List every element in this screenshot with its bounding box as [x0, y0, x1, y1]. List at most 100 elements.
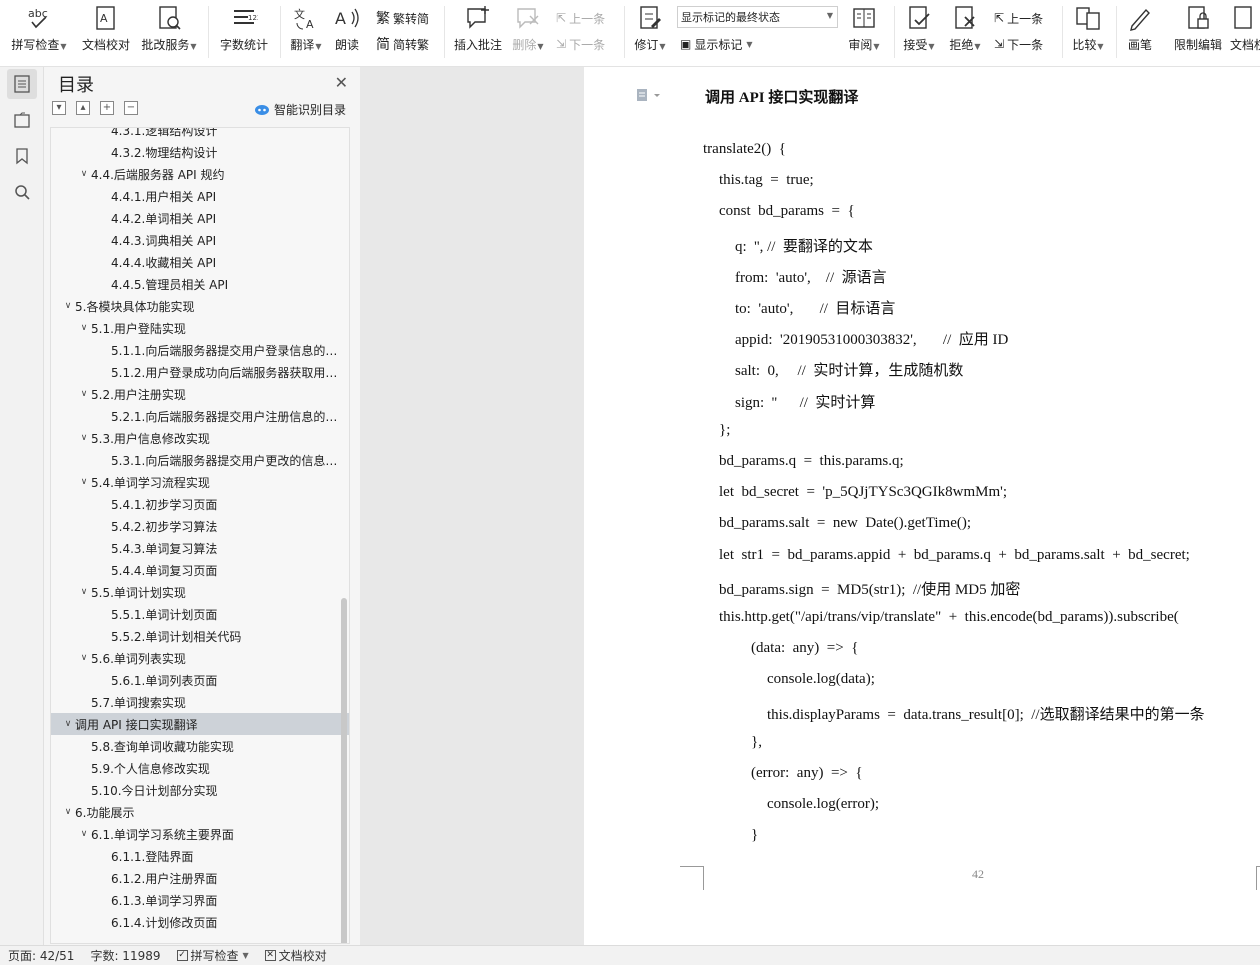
prev-change-button[interactable]: ⇱ 上一条: [994, 8, 1043, 28]
toc-item-label: 5.1.2.用户登录成功向后端服务器获取用户信息: [111, 365, 349, 380]
expand-toggle-icon[interactable]: ∨: [61, 301, 75, 311]
restrict-edit-button[interactable]: 限制编辑: [1170, 4, 1226, 60]
accept-button[interactable]: 接受▼: [900, 4, 938, 60]
toc-item[interactable]: 5.10.今日计划部分实现: [51, 779, 349, 801]
prev-comment-button[interactable]: ⇱ 上一条: [556, 8, 605, 28]
toc-item[interactable]: 5.1.2.用户登录成功向后端服务器获取用户信息: [51, 361, 349, 383]
spell-check-button[interactable]: abc 拼写检查▼: [8, 4, 70, 60]
next-comment-button[interactable]: ⇲ 下一条: [556, 34, 605, 54]
code-line: let bd_secret = 'p_5QJjTYSc3QGIk8wmMm';: [719, 484, 1007, 501]
toc-item[interactable]: 4.3.1.逻辑结构设计: [51, 128, 349, 141]
add-level-icon[interactable]: +: [100, 101, 114, 115]
toc-item-label: 5.3.1.向后端服务器提交用户更改的信息的实现: [111, 453, 349, 468]
compare-button[interactable]: 比较▼: [1068, 4, 1108, 60]
toc-item[interactable]: 5.2.1.向后端服务器提交用户注册信息的实现: [51, 405, 349, 427]
read-aloud-button[interactable]: A 朗读: [330, 4, 364, 60]
toc-panel-icon[interactable]: [7, 69, 37, 99]
toc-item[interactable]: 5.4.2.初步学习算法: [51, 515, 349, 537]
toc-item[interactable]: 6.1.4.计划修改页面: [51, 911, 349, 933]
next-change-button[interactable]: ⇲ 下一条: [994, 34, 1043, 54]
smart-toc-button[interactable]: 智能识别目录: [254, 101, 346, 118]
toc-scrollbar[interactable]: [341, 598, 347, 943]
review-button[interactable]: 审阅▼: [846, 4, 882, 60]
expand-toggle-icon[interactable]: ∨: [61, 719, 75, 729]
expand-toggle-icon[interactable]: ∨: [77, 389, 91, 399]
toc-item[interactable]: 4.4.4.收藏相关 API: [51, 251, 349, 273]
toc-item[interactable]: 4.4.5.管理员相关 API: [51, 273, 349, 295]
expand-toggle-icon[interactable]: ∨: [77, 323, 91, 333]
toc-item[interactable]: 6.1.1.登陆界面: [51, 845, 349, 867]
status-doc-proof[interactable]: ✕ 文档校对: [257, 947, 335, 964]
toc-item-label: 6.1.1.登陆界面: [111, 849, 194, 864]
toc-item[interactable]: 5.1.1.向后端服务器提交用户登录信息的实现: [51, 339, 349, 361]
expand-toggle-icon[interactable]: ∨: [77, 653, 91, 663]
toc-item[interactable]: 5.5.2.单词计划相关代码: [51, 625, 349, 647]
code-line: let str1 = bd_params.appid + bd_params.q…: [719, 546, 1190, 563]
toc-item[interactable]: ∨ 5.5.单词计划实现: [51, 581, 349, 603]
word-count-button[interactable]: 123 字数统计: [216, 4, 272, 60]
paragraph-menu-icon[interactable]: [636, 88, 662, 105]
bookmark-icon[interactable]: [7, 141, 37, 171]
insert-comment-button[interactable]: 插入批注: [452, 4, 504, 60]
delete-comment-button[interactable]: 删除▼: [508, 4, 548, 60]
toc-item[interactable]: ∨ 5.2.用户注册实现: [51, 383, 349, 405]
toc-item-label: 5.9.个人信息修改实现: [91, 761, 210, 776]
revise-button[interactable]: 修订▼: [630, 4, 670, 60]
toc-item[interactable]: ∨ 调用 API 接口实现翻译: [51, 713, 349, 735]
status-spell-check[interactable]: ✓ 拼写检查 ▼: [169, 947, 257, 964]
markup-state-select[interactable]: 显示标记的最终状态 ▼: [677, 6, 838, 28]
toc-item[interactable]: ∨ 5.3.用户信息修改实现: [51, 427, 349, 449]
toc-item[interactable]: 4.4.1.用户相关 API: [51, 185, 349, 207]
batch-service-button[interactable]: 批改服务▼: [138, 4, 200, 60]
toc-item[interactable]: ∨ 5.各模块具体功能实现: [51, 295, 349, 317]
document-page[interactable]: [584, 67, 1260, 945]
expand-toggle-icon[interactable]: ∨: [77, 587, 91, 597]
section-heading: 调用 API 接口实现翻译: [705, 90, 859, 106]
expand-toggle-icon[interactable]: ∨: [77, 477, 91, 487]
toc-item[interactable]: 5.6.1.单词列表页面: [51, 669, 349, 691]
toc-item[interactable]: 5.8.查询单词收藏功能实现: [51, 735, 349, 757]
toc-item[interactable]: ∨ 6.功能展示: [51, 801, 349, 823]
expand-toggle-icon[interactable]: ∨: [77, 169, 91, 179]
toc-item[interactable]: ∨ 5.6.单词列表实现: [51, 647, 349, 669]
doc-rights-button[interactable]: 文档权: [1230, 4, 1260, 60]
expand-up-icon[interactable]: ▴: [76, 101, 90, 115]
remove-level-icon[interactable]: −: [124, 101, 138, 115]
toc-item[interactable]: ∨ 5.1.用户登陆实现: [51, 317, 349, 339]
toc-item[interactable]: 6.1.2.用户注册界面: [51, 867, 349, 889]
expand-toggle-icon[interactable]: ∨: [77, 829, 91, 839]
close-icon[interactable]: ✕: [335, 73, 348, 92]
toc-item[interactable]: ∨ 5.4.单词学习流程实现: [51, 471, 349, 493]
navigation-pane-icon[interactable]: [7, 105, 37, 135]
pen-button[interactable]: 画笔: [1122, 4, 1158, 60]
pen-icon: [1126, 4, 1154, 32]
to-simplified-button[interactable]: 简简转繁: [376, 34, 429, 54]
toc-item[interactable]: 5.4.3.单词复习算法: [51, 537, 349, 559]
toc-item[interactable]: 5.7.单词搜索实现: [51, 691, 349, 713]
show-markup-button[interactable]: ▣ 显示标记 ▼: [680, 34, 753, 54]
toc-item[interactable]: 4.3.2.物理结构设计: [51, 141, 349, 163]
to-traditional-button[interactable]: 繁繁转简: [376, 8, 429, 28]
doc-proof-button[interactable]: A 文档校对: [78, 4, 134, 60]
ribbon-toolbar: abc 拼写检查▼ A 文档校对 批改服务▼ 123 字数统计 文A 翻译▼ A…: [0, 0, 1260, 67]
toc-item[interactable]: 6.1.3.单词学习界面: [51, 889, 349, 911]
reject-button[interactable]: 拒绝▼: [946, 4, 984, 60]
word-count-indicator[interactable]: 字数: 11989: [82, 947, 168, 964]
collapse-all-icon[interactable]: ▾: [52, 101, 66, 115]
expand-toggle-icon[interactable]: ∨: [77, 433, 91, 443]
code-line: (data: any) => {: [751, 640, 859, 657]
search-icon[interactable]: [7, 177, 37, 207]
toc-item[interactable]: ∨ 4.4.后端服务器 API 规约: [51, 163, 349, 185]
toc-item[interactable]: 5.5.1.单词计划页面: [51, 603, 349, 625]
toc-item-label: 4.4.1.用户相关 API: [111, 189, 217, 204]
toc-item[interactable]: 5.4.1.初步学习页面: [51, 493, 349, 515]
toc-item[interactable]: 4.4.3.词典相关 API: [51, 229, 349, 251]
page-indicator[interactable]: 页面: 42/51: [0, 947, 82, 964]
expand-toggle-icon[interactable]: ∨: [61, 807, 75, 817]
toc-item[interactable]: ∨ 6.1.单词学习系统主要界面: [51, 823, 349, 845]
toc-item[interactable]: 5.3.1.向后端服务器提交用户更改的信息的实现: [51, 449, 349, 471]
toc-item[interactable]: 5.9.个人信息修改实现: [51, 757, 349, 779]
toc-item[interactable]: 5.4.4.单词复习页面: [51, 559, 349, 581]
translate-button[interactable]: 文A 翻译▼: [286, 4, 326, 60]
toc-item[interactable]: 4.4.2.单词相关 API: [51, 207, 349, 229]
